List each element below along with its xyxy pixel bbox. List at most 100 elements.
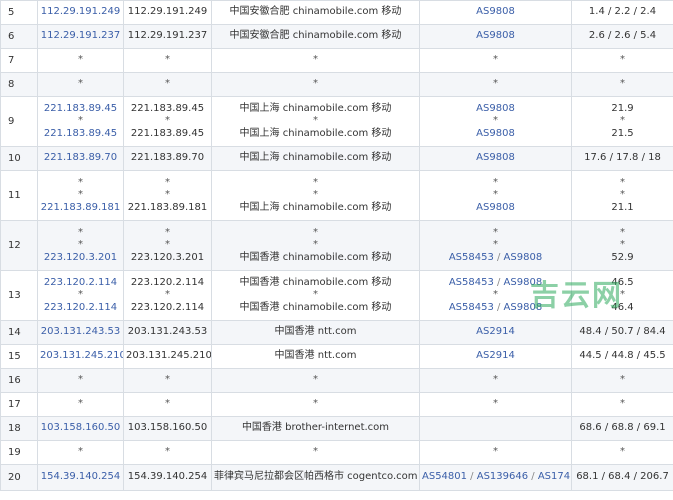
ip-link[interactable]: 223.120.3.201 xyxy=(40,252,121,265)
asn-cell: AS58453 / AS9808 * AS58453 / AS9808 xyxy=(419,270,572,321)
ip-link[interactable]: 221.183.89.45 xyxy=(40,103,121,116)
asn-link[interactable]: AS9808 xyxy=(476,202,515,213)
empty-marker: * xyxy=(313,374,318,386)
hop-number: 6 xyxy=(0,24,38,49)
empty-marker: * xyxy=(313,115,318,127)
latency-cell: * xyxy=(571,368,673,393)
location-cell: * * 中国上海 chinamobile.com 移动 xyxy=(211,170,420,221)
empty-marker: * xyxy=(620,446,625,458)
ip-link[interactable]: 103.158.160.50 xyxy=(40,422,121,435)
asn-link[interactable]: AS9808 xyxy=(504,277,543,288)
asn-link[interactable]: AS9808 xyxy=(476,6,515,17)
asn-link[interactable]: AS58453 xyxy=(449,277,494,288)
asn-line: AS58453 / AS9808 xyxy=(422,302,569,315)
ip-link[interactable]: 223.120.2.114 xyxy=(40,277,121,290)
asn-link[interactable]: AS2914 xyxy=(476,326,515,337)
empty-marker: * xyxy=(493,239,498,251)
hostname-cell: 223.120.3.201 xyxy=(130,251,205,263)
empty-marker: * xyxy=(493,398,498,410)
ip-link[interactable]: 203.131.245.210 xyxy=(40,350,123,363)
ip-cell: * xyxy=(37,72,124,97)
asn-cell: AS9808 xyxy=(419,0,572,25)
empty-marker: * xyxy=(165,189,170,201)
asn-line: AS2914 xyxy=(422,326,569,339)
ip-link[interactable]: 221.183.89.70 xyxy=(40,152,121,165)
asn-link[interactable]: AS9808 xyxy=(476,30,515,41)
ip-link[interactable]: 112.29.191.237 xyxy=(40,30,121,43)
ip-link[interactable]: 221.183.89.181 xyxy=(40,202,121,215)
hostname-cell: * xyxy=(123,392,212,417)
hostname-cell: 221.183.89.181 xyxy=(127,201,208,213)
empty-marker: * xyxy=(165,54,170,66)
asn-separator: / xyxy=(493,276,504,288)
hop-number: 20 xyxy=(0,464,38,491)
location-cell: 中国上海 chinamobile.com 移动 xyxy=(239,201,392,213)
hop-row: 20 154.39.140.254 154.39.140.254 菲律宾马尼拉都会区帕… xyxy=(0,464,673,491)
latency-cell: * * 52.9 xyxy=(571,220,673,271)
hop-row: 14 203.131.243.53 203.131.243.53 中国香港 ntt.c… xyxy=(0,320,673,345)
asn-line: * xyxy=(422,54,569,67)
asn-cell: AS2914 xyxy=(419,344,572,369)
empty-marker: * xyxy=(620,189,625,201)
empty-marker: * xyxy=(313,398,318,410)
asn-link[interactable]: AS54801 xyxy=(422,471,467,482)
ip-cell: 221.183.89.70 xyxy=(37,146,124,171)
asn-cell: AS9808 * AS9808 xyxy=(419,96,572,147)
asn-link[interactable]: AS9808 xyxy=(476,128,515,139)
location-cell: 中国安徽合肥 chinamobile.com 移动 xyxy=(229,6,402,18)
empty-marker: * xyxy=(78,239,83,251)
hostname-cell: 112.29.191.237 xyxy=(127,30,208,42)
asn-cell: AS2914 xyxy=(419,320,572,345)
empty-marker: * xyxy=(313,176,318,188)
hostname-cell: 221.183.89.45 xyxy=(130,127,205,139)
location-cell: 中国香港 chinamobile.com 移动 xyxy=(239,251,392,263)
empty-marker: * xyxy=(620,176,625,188)
empty-marker: * xyxy=(313,239,318,251)
asn-link[interactable]: AS58453 xyxy=(449,302,494,313)
ip-link[interactable]: 112.29.191.249 xyxy=(40,6,121,19)
empty-marker: * xyxy=(493,54,498,66)
ip-link[interactable]: 223.120.2.114 xyxy=(40,302,121,315)
asn-line: * xyxy=(422,374,569,387)
empty-marker: * xyxy=(165,446,170,458)
location-cell: 中国上海 chinamobile.com 移动 xyxy=(239,152,392,164)
ip-cell: * xyxy=(37,368,124,393)
ip-link[interactable]: 154.39.140.254 xyxy=(40,471,121,484)
hop-row: 15 203.131.245.210 203.131.245.210 中国香港 ntt… xyxy=(0,344,673,369)
asn-link[interactable]: AS9808 xyxy=(504,252,543,263)
empty-marker: * xyxy=(313,54,318,66)
hostname-cell: 203.131.245.210 xyxy=(126,350,212,362)
asn-link[interactable]: AS2914 xyxy=(476,350,515,361)
asn-link[interactable]: AS139646 xyxy=(477,471,528,482)
empty-marker: * xyxy=(78,115,83,127)
latency-cell: 48.4 / 50.7 / 84.4 xyxy=(571,320,673,345)
empty-marker: * xyxy=(313,446,318,458)
asn-separator: / xyxy=(528,471,538,483)
hop-number: 19 xyxy=(0,440,38,465)
asn-link[interactable]: AS58453 xyxy=(449,252,494,263)
asn-line: AS9808 xyxy=(422,152,569,165)
hop-row: 8 * * * * * xyxy=(0,72,673,97)
latency-cell: * xyxy=(571,440,673,465)
ip-link[interactable]: 203.131.243.53 xyxy=(40,326,121,339)
asn-link[interactable]: AS9808 xyxy=(476,103,515,114)
asn-cell: * xyxy=(419,368,572,393)
asn-cell: AS9808 xyxy=(419,146,572,171)
asn-link[interactable]: AS9808 xyxy=(476,152,515,163)
hop-row: 16 * * * * * xyxy=(0,368,673,393)
hostname-cell: 203.131.243.53 xyxy=(127,326,208,338)
asn-link[interactable]: AS174 xyxy=(538,471,570,482)
empty-marker: * xyxy=(493,176,498,188)
empty-marker: * xyxy=(620,374,625,386)
ip-cell: 221.183.89.45 * 221.183.89.45 xyxy=(37,96,124,147)
empty-marker: * xyxy=(165,226,170,238)
location-cell: 中国香港 chinamobile.com 移动 xyxy=(239,301,392,313)
latency-cell: 52.9 xyxy=(611,251,634,263)
empty-marker: * xyxy=(493,78,498,90)
asn-link[interactable]: AS9808 xyxy=(504,302,543,313)
ip-link[interactable]: 221.183.89.45 xyxy=(40,128,121,141)
location-cell: 中国香港 chinamobile.com 移动 * 中国香港 chinamobile… xyxy=(211,270,420,321)
latency-cell: 2.6 / 2.6 / 5.4 xyxy=(588,30,657,42)
location-cell: 中国香港 ntt.com xyxy=(211,344,420,369)
latency-cell: 68.1 / 68.4 / 206.7 xyxy=(571,464,673,491)
